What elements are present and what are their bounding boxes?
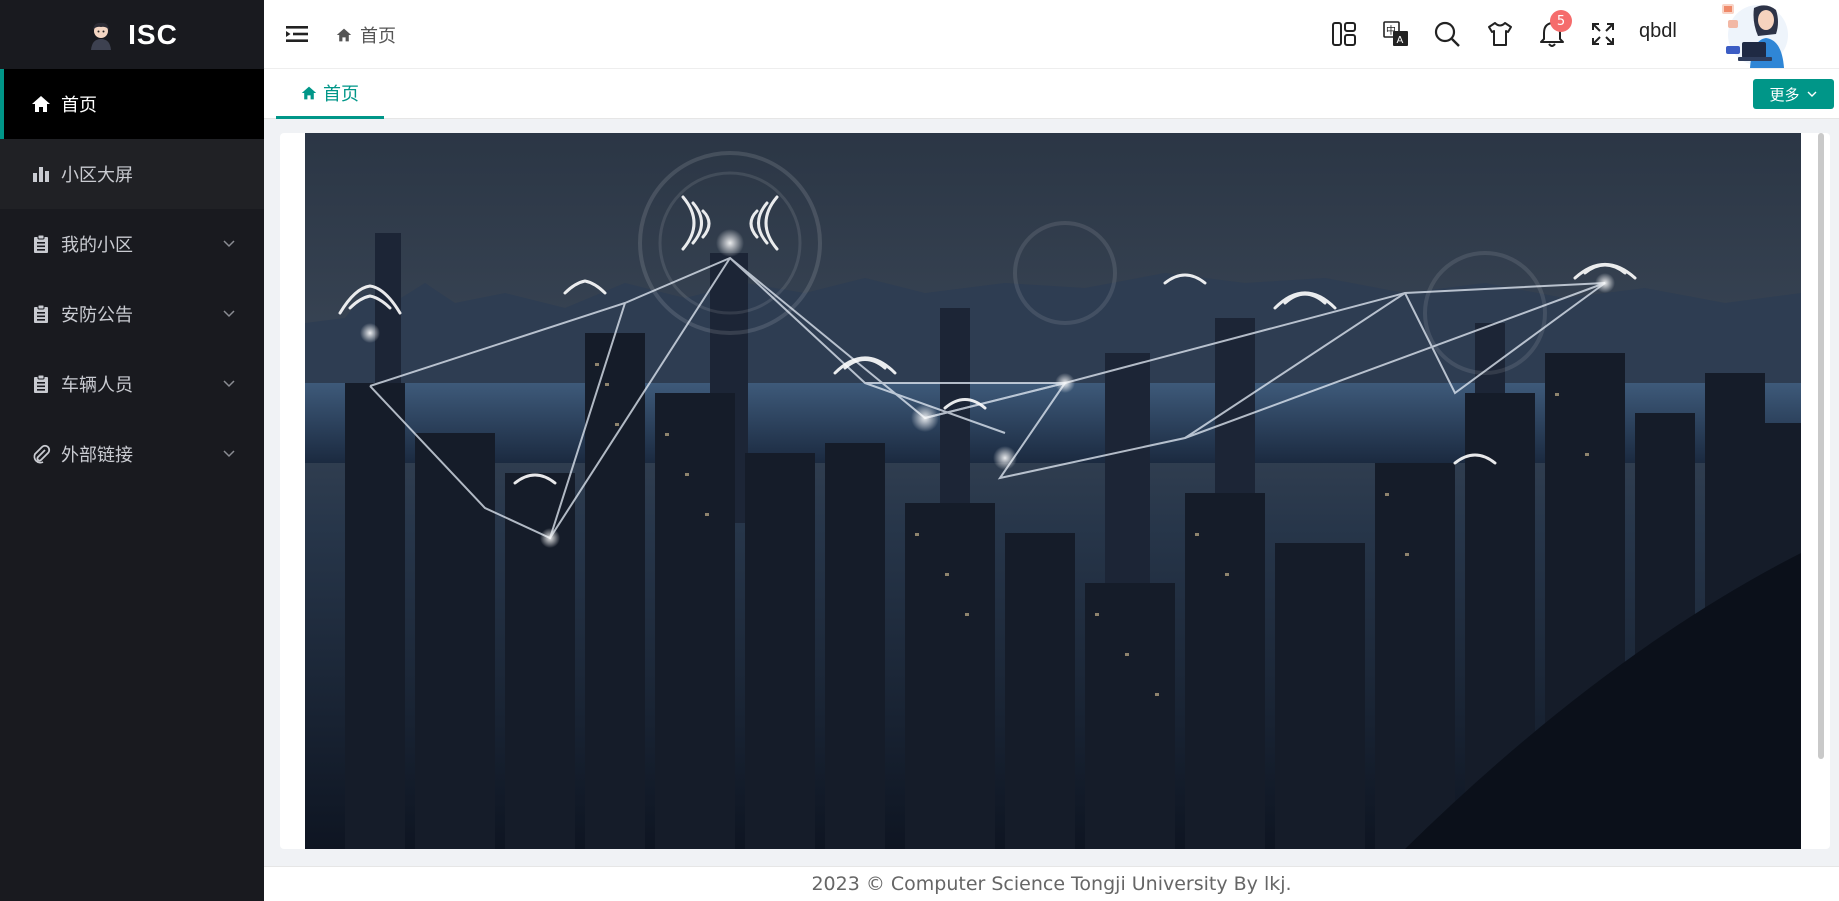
sidebar-item-external-links[interactable]: 外部链接 (0, 419, 264, 489)
more-label: 更多 (1769, 85, 1800, 104)
sidebar-item-label: 外部链接 (61, 445, 133, 466)
menu-toggle-icon[interactable] (284, 22, 310, 46)
footer-text: 2023 © Computer Science Tongji Universit… (811, 873, 1292, 895)
sidebar-item-home[interactable]: 首页 (0, 69, 264, 139)
sidebar-item-my-community[interactable]: 我的小区 (0, 209, 264, 279)
sidebar-item-security-notice[interactable]: 安防公告 (0, 279, 264, 349)
tab-home[interactable]: 首页 (276, 69, 384, 119)
city-network-banner-image (305, 133, 1801, 849)
layout-icon[interactable] (1328, 18, 1360, 50)
chevron-down-icon (223, 450, 235, 458)
sidebar: ISC 首页 小区大屏 我的小区 安防公告 车辆人员 外部链接 (0, 0, 264, 901)
sidebar-menu: 首页 小区大屏 我的小区 安防公告 车辆人员 外部链接 (0, 69, 264, 489)
clipboard-icon (31, 374, 51, 394)
sidebar-item-vehicles-people[interactable]: 车辆人员 (0, 349, 264, 419)
chevron-down-icon (223, 310, 235, 318)
svg-text:A: A (1397, 35, 1404, 46)
sidebar-item-label: 我的小区 (61, 235, 133, 256)
notification-badge: 5 (1550, 10, 1572, 32)
chevron-down-icon (223, 380, 235, 388)
user-avatar[interactable] (1714, 0, 1798, 69)
logo[interactable]: ISC (0, 0, 264, 69)
breadcrumb-label[interactable]: 首页 (360, 22, 396, 48)
scrollbar[interactable] (1818, 133, 1824, 759)
username[interactable]: qbdl (1639, 20, 1677, 43)
home-icon (336, 28, 352, 42)
home-icon (31, 94, 51, 114)
clipboard-icon (31, 234, 51, 254)
footer: 2023 © Computer Science Tongji Universit… (264, 866, 1839, 901)
home-icon (301, 86, 317, 99)
more-button[interactable]: 更多 (1753, 79, 1834, 109)
paperclip-icon (31, 444, 51, 464)
chevron-down-icon (223, 240, 235, 248)
chevron-down-icon (1807, 91, 1816, 97)
clipboard-icon (31, 304, 51, 324)
top-header: 首页 中A 5 qbdl (264, 0, 1839, 69)
sidebar-item-label: 小区大屏 (61, 165, 133, 186)
fullscreen-icon[interactable] (1587, 18, 1619, 50)
sidebar-item-label: 安防公告 (61, 305, 133, 326)
logo-avatar-icon (91, 22, 112, 50)
translate-icon[interactable]: 中A (1380, 18, 1412, 50)
theme-shirt-icon[interactable] (1484, 18, 1516, 50)
tab-bar: 首页 更多 (264, 69, 1839, 119)
sidebar-item-community-screen[interactable]: 小区大屏 (0, 139, 264, 209)
sidebar-item-label: 首页 (61, 95, 97, 116)
search-icon[interactable] (1431, 18, 1463, 50)
logo-text: ISC (128, 18, 178, 50)
tab-label: 首页 (323, 83, 359, 105)
breadcrumb: 首页 (336, 22, 396, 48)
bar-chart-icon (31, 164, 51, 184)
sidebar-item-label: 车辆人员 (61, 375, 133, 396)
content-card (280, 133, 1830, 849)
